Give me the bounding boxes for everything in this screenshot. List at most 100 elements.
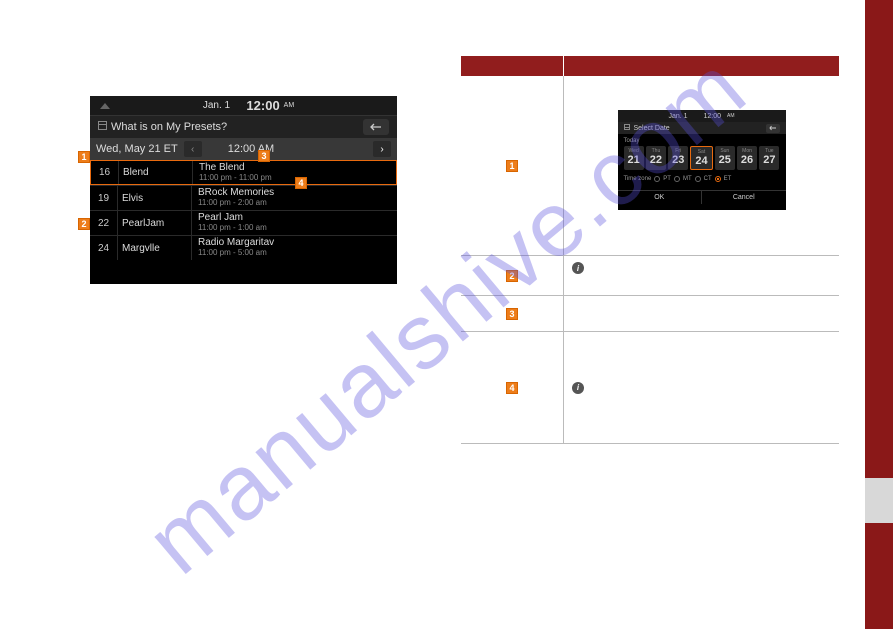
status-center: Jan. 1 12:00 AM [203,98,294,113]
program-timespan: 11:00 pm - 1:00 am [198,223,391,233]
callout-1: 1 [506,160,518,172]
status-date: Jan. 1 [203,100,230,111]
sd-tz-radio[interactable] [715,176,721,182]
sd-day[interactable]: Mon26 [737,146,757,170]
select-date-screenshot: Jan. 1 12:00 AM Select Date Today Wed21T… [618,110,786,210]
program-row[interactable]: 24MargvlleRadio Margaritav11:00 pm - 5:0… [90,235,397,260]
table-header-b [564,56,839,76]
back-button[interactable] [363,119,389,135]
date-label[interactable]: Wed, May 21 ET [96,143,178,155]
info-icon: i [572,262,584,274]
next-time-button[interactable]: › [373,141,391,157]
callout-4: 4 [506,382,518,394]
sd-tz-radio[interactable] [674,176,680,182]
sd-body: Today Wed21Thu22Fri23Sat24Sun25Mon26Tue2… [618,134,786,186]
screen-title: What is on My Presets? [98,121,227,133]
sd-day[interactable]: Sat24 [690,146,712,170]
row-callout: 1 [461,76,564,255]
program-cell: BRock Memories11:00 pm - 2:00 am [192,186,397,210]
sd-tz-option: ET [724,176,732,182]
row-content [564,296,839,331]
program-name: Pearl Jam [198,213,391,223]
program-name: The Blend [199,163,390,173]
sd-day[interactable]: Sun25 [715,146,735,170]
prev-time-button[interactable]: ‹ [184,141,202,157]
sd-tz-radio[interactable] [654,176,660,182]
sd-day-num: 27 [759,154,779,166]
table-row: 3 [461,296,839,332]
screen-title-text: What is on My Presets? [111,121,227,133]
table-row: 1 Jan. 1 12:00 AM Select Date Today Wed2… [461,76,839,256]
callout-4: 4 [295,177,307,189]
sd-day[interactable]: Fri23 [668,146,688,170]
row-callout: 4 [461,332,564,443]
program-list: 16BlendThe Blend11:00 pm - 11:00 pm19Elv… [90,160,397,260]
program-row[interactable]: 22PearlJamPearl Jam11:00 pm - 1:00 am [90,210,397,235]
status-bar: Jan. 1 12:00 AM [90,96,397,116]
channel-name: Blend [119,161,193,184]
sd-back-button[interactable] [766,124,780,133]
row-callout: 3 [461,296,564,331]
back-arrow-icon [370,122,382,132]
row-content: Jan. 1 12:00 AM Select Date Today Wed21T… [564,76,839,255]
channel-name: PearlJam [118,211,192,235]
sd-status-bar: Jan. 1 12:00 AM [618,110,786,122]
channel-name: Elvis [118,186,192,210]
sd-button-row: OK Cancel [618,190,786,204]
callout-2: 2 [78,218,90,230]
row-callout: 2 [461,256,564,295]
channel-number: 22 [90,211,118,235]
row-content: i [564,332,839,443]
sd-day[interactable]: Thu22 [646,146,666,170]
program-timespan: 11:00 pm - 5:00 am [198,248,391,258]
sd-day-num: 24 [691,155,711,167]
sd-today-label: Today [624,138,780,144]
page-edge-tab-gap [865,478,893,523]
sd-day-num: 21 [624,154,644,166]
channel-number: 16 [91,161,119,184]
channel-number: 24 [90,236,118,260]
program-cell: Radio Margaritav11:00 pm - 5:00 am [192,236,397,260]
sd-status-ampm: AM [727,113,735,119]
table-header [461,56,839,76]
sd-tz-option: MT [683,176,692,182]
sd-tz-option: CT [704,176,712,182]
program-row[interactable]: 19ElvisBRock Memories11:00 pm - 2:00 am [90,185,397,210]
sd-day-num: 23 [668,154,688,166]
callout-1: 1 [78,151,90,163]
table-row: 4 i [461,332,839,444]
screen-title-row: What is on My Presets? [90,116,397,138]
sd-title: Select Date [624,124,670,132]
sd-title-text: Select Date [634,125,670,132]
sd-day[interactable]: Wed21 [624,146,644,170]
calendar-icon [98,121,107,130]
sd-ok-button[interactable]: OK [618,191,703,204]
callout-2: 2 [506,270,518,282]
presets-screenshot: Jan. 1 12:00 AM What is on My Presets? W… [90,96,397,284]
channel-name: Margvlle [118,236,192,260]
sd-days-row: Wed21Thu22Fri23Sat24Sun25Mon26Tue27 [624,146,780,170]
calendar-icon [624,124,630,130]
sd-title-row: Select Date [618,122,786,134]
sd-status-date: Jan. 1 [669,113,688,120]
program-cell: Pearl Jam11:00 pm - 1:00 am [192,211,397,235]
program-timespan: 11:00 pm - 2:00 am [198,198,391,208]
description-table: 1 Jan. 1 12:00 AM Select Date Today Wed2… [461,56,839,444]
sd-day[interactable]: Tue27 [759,146,779,170]
callout-3: 3 [258,150,270,162]
sd-day-num: 22 [646,154,666,166]
sd-cancel-button[interactable]: Cancel [702,191,786,204]
callout-3: 3 [506,308,518,320]
program-name: BRock Memories [198,188,391,198]
sd-timezone-row: Time zone PT MT CT ET [624,176,780,182]
status-left [100,103,110,109]
sd-tz-option: PT [663,176,671,182]
info-icon: i [572,382,584,394]
table-row: 2 i [461,256,839,296]
sd-day-num: 25 [715,154,735,166]
status-ampm: AM [284,102,295,109]
program-row[interactable]: 16BlendThe Blend11:00 pm - 11:00 pm [90,160,397,185]
sd-tz-radio[interactable] [695,176,701,182]
sd-tz-label: Time zone [624,176,652,182]
sd-status-time: 12:00 [703,113,721,120]
